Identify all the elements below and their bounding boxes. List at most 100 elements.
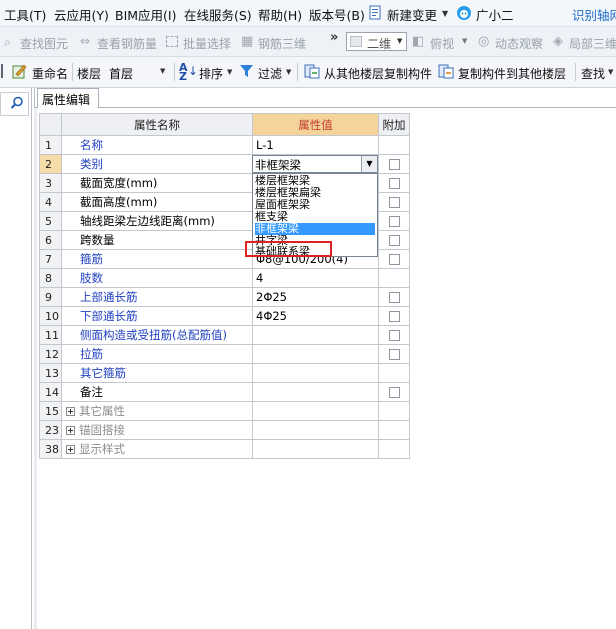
property-value[interactable]	[252, 382, 379, 402]
menu-online-service[interactable]: 在线服务(S)	[184, 5, 252, 24]
table-row[interactable]: 14 备注	[39, 382, 410, 402]
category-combo[interactable]: 非框架梁	[252, 155, 378, 173]
property-group[interactable]: 显示样式	[61, 439, 253, 459]
table-row[interactable]: 1 名称 L-1	[39, 135, 410, 155]
rename-button[interactable]: 重命名	[32, 65, 68, 82]
table-row[interactable]: 38 显示样式	[39, 439, 410, 459]
row-number: 2	[39, 154, 62, 174]
dynamic-observe-button[interactable]: 动态观察	[495, 35, 543, 52]
attach-cell	[378, 211, 410, 231]
property-group[interactable]: 锚固搭接	[61, 420, 253, 440]
menu-version[interactable]: 版本号(B)	[309, 5, 365, 24]
component-search-input[interactable]	[0, 92, 29, 116]
combo-dropdown-button[interactable]: ▼	[361, 156, 377, 172]
property-value[interactable]	[252, 363, 379, 383]
property-name: 轴线距梁左边线距离(mm)	[61, 211, 253, 231]
new-change-icon	[369, 5, 382, 20]
table-row[interactable]: 15 其它属性	[39, 401, 410, 421]
menu-new-change[interactable]: 新建变更	[387, 5, 437, 24]
copy-from-floor-button[interactable]: 从其他楼层复制构件	[324, 65, 432, 82]
table-row[interactable]: 11 侧面构造或受扭筋(总配筋值)	[39, 325, 410, 345]
view-mode-select[interactable]: 二维 ▼	[346, 32, 407, 51]
attach-checkbox[interactable]	[388, 235, 400, 246]
attach-checkbox[interactable]	[388, 178, 400, 189]
filter-button[interactable]: 过滤	[258, 65, 282, 82]
table-row[interactable]: 23 锚固搭接	[39, 420, 410, 440]
tab-property-edit[interactable]: 属性编辑	[37, 88, 99, 108]
property-name: 上部通长筋	[61, 287, 253, 307]
table-row[interactable]: 9 上部通长筋 2Φ25	[39, 287, 410, 307]
row-number: 15	[39, 401, 62, 421]
more-tools-button[interactable]: »	[330, 30, 338, 45]
sort-icon: AZ	[179, 61, 188, 83]
property-value[interactable]: 4	[252, 268, 379, 288]
floor-select[interactable]: 首层 ▼	[104, 62, 170, 82]
property-value[interactable]: 4Φ25	[252, 306, 379, 326]
attach-checkbox[interactable]	[388, 197, 400, 208]
property-name: 侧面构造或受扭筋(总配筋值)	[61, 325, 253, 345]
property-value[interactable]	[252, 344, 379, 364]
local-3d-button[interactable]: 局部三维	[569, 35, 616, 52]
expand-icon[interactable]	[66, 407, 75, 416]
menu-help[interactable]: 帮助(H)	[258, 5, 302, 24]
menu-cloud[interactable]: 云应用(Y)	[54, 5, 109, 24]
search-icon[interactable]	[10, 96, 24, 110]
attach-cell	[378, 154, 410, 174]
property-group-label: 显示样式	[79, 442, 125, 456]
attach-checkbox[interactable]	[388, 254, 400, 265]
copy-to-floor-button[interactable]: 复制构件到其他楼层	[458, 65, 566, 82]
property-name: 备注	[61, 382, 253, 402]
attach-checkbox[interactable]	[388, 349, 400, 360]
property-name: 下部通长筋	[61, 306, 253, 326]
batch-select-button[interactable]: 批量选择	[183, 35, 231, 52]
attach-checkbox[interactable]	[388, 311, 400, 322]
attach-checkbox[interactable]	[388, 387, 400, 398]
attach-cell	[378, 268, 410, 288]
menu-tools[interactable]: 工具(T)	[4, 5, 46, 24]
menu-bim[interactable]: BIM应用(I)	[115, 5, 177, 24]
attach-cell	[378, 420, 410, 440]
row-number: 3	[39, 173, 62, 193]
property-value	[252, 420, 379, 440]
property-value[interactable]: 2Φ25	[252, 287, 379, 307]
attach-checkbox[interactable]	[388, 159, 400, 170]
table-row[interactable]: 12 拉筋	[39, 344, 410, 364]
table-row[interactable]: 8 肢数 4	[39, 268, 410, 288]
top-view-button[interactable]: 俯视	[430, 35, 454, 52]
property-group-label: 锚固搭接	[79, 423, 125, 437]
chevron-down-icon: ▼	[286, 68, 292, 76]
row-number: 7	[39, 249, 62, 269]
dynamic-observe-icon: ◎	[478, 34, 490, 49]
property-name: 截面高度(mm)	[61, 192, 253, 212]
find-button[interactable]: 查找	[581, 65, 605, 82]
row-number: 23	[39, 420, 62, 440]
floor-label: 楼层	[77, 67, 102, 81]
grip-icon	[1, 64, 3, 78]
table-row[interactable]: 13 其它箍筋	[39, 363, 410, 383]
property-value-header[interactable]: 属性值	[252, 113, 379, 136]
table-row[interactable]: 10 下部通长筋 4Φ25	[39, 306, 410, 326]
row-number: 38	[39, 439, 62, 459]
rebar-3d-button[interactable]: 钢筋三维	[258, 35, 306, 52]
property-value[interactable]: L-1	[252, 135, 379, 155]
property-name: 箍筋	[61, 249, 253, 269]
menu-bar: 工具(T) 云应用(Y) BIM应用(I) 在线服务(S) 帮助(H) 版本号(…	[0, 0, 616, 27]
expand-icon[interactable]	[66, 426, 75, 435]
find-element-button[interactable]: 查找图元	[20, 35, 68, 52]
expand-icon[interactable]	[66, 445, 75, 454]
attach-checkbox[interactable]	[388, 292, 400, 303]
assistant-icon	[456, 5, 472, 21]
menu-identify-axis[interactable]: 识别轴网	[572, 5, 616, 24]
property-name: 名称	[61, 135, 253, 155]
property-name-header[interactable]: 属性名称	[61, 113, 253, 136]
attach-checkbox[interactable]	[388, 330, 400, 341]
property-value[interactable]	[252, 325, 379, 345]
row-number: 4	[39, 192, 62, 212]
property-group[interactable]: 其它属性	[61, 401, 253, 421]
attach-header[interactable]: 附加	[378, 113, 410, 136]
chevron-down-icon: ▼	[397, 37, 403, 45]
menu-assistant[interactable]: 广小二	[476, 5, 514, 24]
view-rebar-button[interactable]: 查看钢筋量	[97, 35, 157, 52]
sort-button[interactable]: 排序	[199, 65, 223, 82]
attach-checkbox[interactable]	[388, 216, 400, 227]
